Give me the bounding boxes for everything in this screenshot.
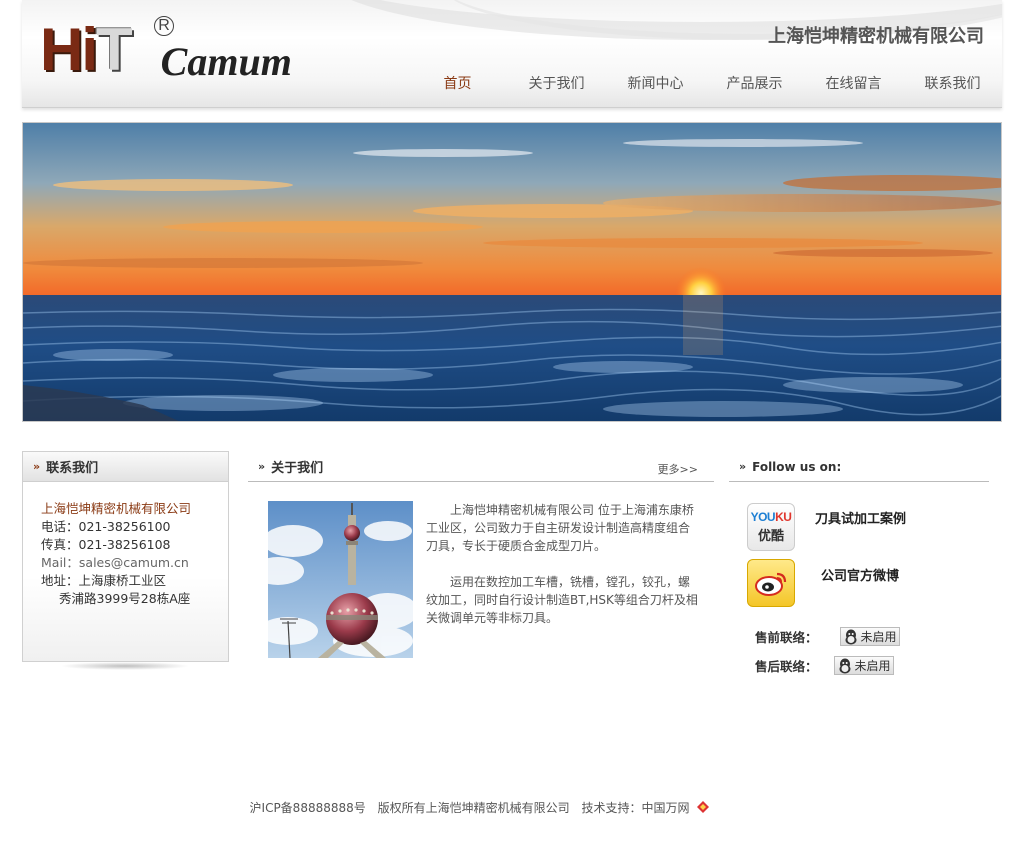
youku-label[interactable]: 刀具试加工案例	[815, 508, 906, 527]
phone-value: 021-38256100	[78, 519, 171, 534]
contact-address-row: 地址：上海康桥工业区	[41, 572, 228, 590]
tech-support[interactable]: 技术支持：中国万网	[581, 801, 689, 815]
presale-qq-button[interactable]: 未启用	[839, 627, 900, 646]
contact-box-header: » 联系我们	[23, 452, 228, 482]
fax-value: 021-38256108	[78, 537, 171, 552]
nav-item-home[interactable]: 首页	[408, 73, 507, 93]
about-paragraph: 运用在数控加工车槽，铣槽，镗孔，铰孔，螺纹加工，同时自行设计制造BT,HSK等组…	[426, 575, 698, 625]
aftersale-contact-row: 售后联络： 未启用	[755, 656, 894, 675]
nav-item-contact[interactable]: 联系我们	[903, 73, 1002, 93]
weibo-label[interactable]: 公司官方微博	[821, 565, 899, 584]
youku-icon[interactable]: YOUKU 优酷	[747, 503, 795, 551]
aftersale-label: 售后联络：	[755, 659, 818, 674]
follow-section: » Follow us on: YOUKU 优酷 刀具试加工案例 公司官方微博 …	[729, 452, 989, 675]
address-line-1: 上海康桥工业区	[78, 573, 167, 588]
icp-number[interactable]: 沪ICP备88888888号	[250, 801, 366, 815]
youku-icon-cn: 优酷	[757, 529, 784, 544]
presale-contact-row: 售前联络： 未启用	[755, 627, 900, 646]
about-section: » 关于我们 更多>> 上海恺坤精密机械有限公司 位于上海浦东康桥工业区，公司致…	[248, 452, 714, 658]
qq-penguin-icon	[841, 629, 861, 645]
qq-status: 未启用	[854, 659, 891, 673]
badge-icon	[697, 801, 710, 813]
site-footer: 沪ICP备88888888号 版权所有上海恺坤精密机械有限公司 技术支持：中国万…	[0, 799, 1024, 816]
qq-status: 未启用	[860, 630, 897, 644]
contact-box-shadow	[60, 662, 190, 670]
contact-info: 上海恺坤精密机械有限公司 电话：021-38256100 传真：021-3825…	[23, 482, 228, 608]
weibo-link[interactable]: 公司官方微博	[747, 559, 899, 607]
weibo-icon[interactable]	[747, 559, 795, 607]
youku-link[interactable]: YOUKU 优酷 刀具试加工案例	[747, 503, 906, 551]
phone-label: 电话：	[41, 519, 79, 534]
sunset-sea-image	[23, 123, 1001, 421]
registered-mark-icon: R	[154, 16, 174, 36]
logo[interactable]: HiT R Camum	[40, 16, 292, 82]
copyright-text: 版权所有上海恺坤精密机械有限公司	[377, 801, 570, 815]
logo-mark-letter: i	[81, 16, 98, 83]
address-label: 地址：	[41, 573, 79, 588]
hero-banner	[22, 122, 1002, 422]
nav-item-products[interactable]: 产品展示	[705, 73, 804, 93]
double-chevron-right-icon: »	[33, 460, 41, 473]
double-chevron-right-icon: »	[739, 460, 747, 473]
fax-label: 传真：	[41, 537, 79, 552]
contact-mail-row: Mail：sales@camum.cn	[41, 554, 228, 572]
aftersale-qq-button[interactable]: 未启用	[833, 656, 894, 675]
double-chevron-right-icon: »	[258, 460, 266, 473]
more-link[interactable]: 更多>>	[658, 461, 698, 477]
mail-label: Mail：	[41, 555, 79, 570]
presale-label: 售前联络：	[755, 630, 818, 645]
qq-penguin-icon	[835, 658, 855, 674]
tower-photo	[268, 501, 413, 658]
company-name: 上海恺坤精密机械有限公司	[768, 26, 984, 47]
follow-title: Follow us on:	[752, 459, 842, 474]
contact-box-title: 联系我们	[46, 461, 99, 476]
follow-section-header: » Follow us on:	[729, 452, 989, 482]
contact-box: » 联系我们 上海恺坤精密机械有限公司 电话：021-38256100 传真：0…	[22, 451, 229, 662]
mail-link[interactable]: sales@camum.cn	[79, 555, 189, 570]
logo-mark-text: HiT	[40, 16, 133, 83]
main-nav: 首页 关于我们 新闻中心 产品展示 在线留言 联系我们	[408, 73, 1002, 93]
about-title: 关于我们	[271, 461, 324, 476]
nav-item-message[interactable]: 在线留言	[804, 73, 903, 93]
logo-mark-letter: H	[40, 16, 83, 83]
youku-icon-text: YOU	[750, 510, 776, 524]
about-paragraph: 上海恺坤精密机械有限公司 位于上海浦东康桥工业区，公司致力于自主研发设计制造高精…	[426, 503, 694, 553]
logo-mark-letter: T	[96, 16, 133, 83]
contact-company: 上海恺坤精密机械有限公司	[41, 501, 192, 516]
nav-item-news[interactable]: 新闻中心	[606, 73, 705, 93]
nav-item-about[interactable]: 关于我们	[507, 73, 606, 93]
youku-icon-text: KU	[775, 510, 792, 524]
about-section-header: » 关于我们 更多>>	[248, 452, 714, 482]
logo-wordmark: Camum	[160, 39, 292, 84]
contact-fax-row: 传真：021-38256108	[41, 536, 228, 554]
site-header: HiT R Camum 上海恺坤精密机械有限公司 首页 关于我们 新闻中心 产品…	[22, 0, 1002, 108]
contact-phone-row: 电话：021-38256100	[41, 518, 228, 536]
logo-mark: HiT	[40, 20, 133, 80]
address-line-2: 秀浦路3999号28栋A座	[59, 591, 191, 606]
about-description: 上海恺坤精密机械有限公司 位于上海浦东康桥工业区，公司致力于自主研发设计制造高精…	[426, 501, 698, 645]
